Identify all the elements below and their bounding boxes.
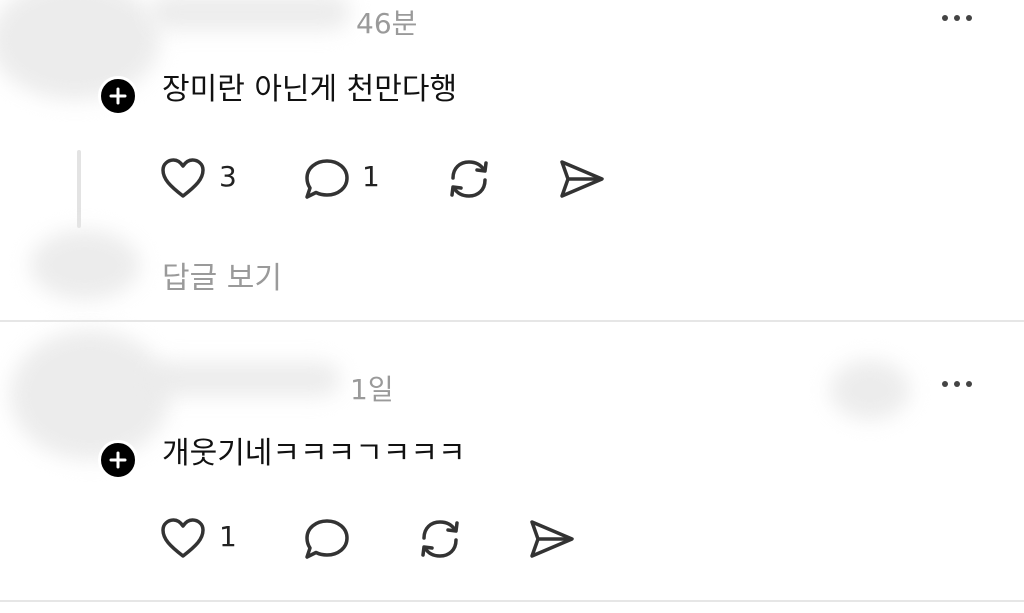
like-count: 1 xyxy=(219,520,237,553)
comment-icon[interactable] xyxy=(303,157,351,203)
send-icon[interactable] xyxy=(558,158,606,200)
avatar-redacted xyxy=(10,330,170,460)
follow-plus-icon[interactable] xyxy=(98,76,138,116)
comment-icon[interactable] xyxy=(303,517,351,563)
heart-icon[interactable] xyxy=(160,158,206,200)
comment-text: 장미란 아닌게 천만다행 xyxy=(162,72,458,107)
send-icon[interactable] xyxy=(528,518,576,560)
more-options-icon[interactable] xyxy=(942,15,972,21)
follow-plus-icon[interactable] xyxy=(98,440,138,480)
avatar-redacted xyxy=(0,0,160,100)
username-redacted xyxy=(150,0,350,30)
comment-time: 1일 xyxy=(350,373,394,406)
like-count: 3 xyxy=(219,160,237,193)
reply-avatar-redacted xyxy=(30,230,140,300)
comment-divider xyxy=(0,600,1024,602)
repost-icon[interactable] xyxy=(445,156,493,202)
view-replies-link[interactable]: 답글 보기 xyxy=(162,253,282,297)
comment-text: 개웃기네ㅋㅋㅋㄱㅋㅋㅋ xyxy=(162,436,466,471)
repost-icon[interactable] xyxy=(416,516,464,562)
comment-time: 46분 xyxy=(356,7,418,40)
thread-line xyxy=(77,150,81,228)
badge-redacted xyxy=(830,360,910,420)
comment-divider xyxy=(0,320,1024,322)
heart-icon[interactable] xyxy=(160,518,206,560)
reply-count: 1 xyxy=(362,160,380,193)
username-redacted xyxy=(150,362,340,396)
more-options-icon[interactable] xyxy=(942,381,972,387)
